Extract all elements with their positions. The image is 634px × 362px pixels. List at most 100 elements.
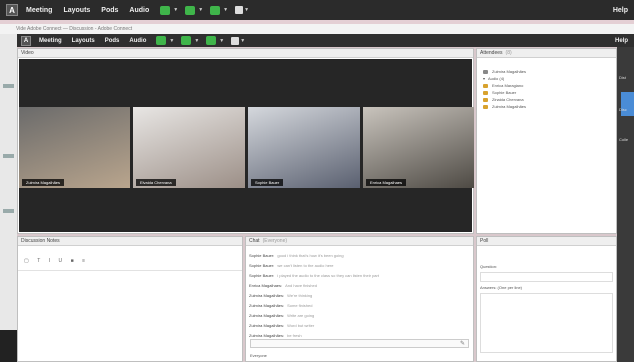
chat-pod-title: Chat xyxy=(249,238,260,244)
chat-text: i played the audio to the class so they … xyxy=(277,272,379,278)
attendee-count: (8) xyxy=(505,50,512,56)
speaker-icon xyxy=(160,5,171,15)
text-format-icon[interactable]: T xyxy=(37,258,40,264)
speaker-control[interactable]: ▼ xyxy=(156,36,174,45)
group-label: Audio (4) xyxy=(488,76,505,81)
chevron-down-icon: ▼ xyxy=(244,7,250,13)
chat-message: Sophie Bauer: we can't listen to the audi… xyxy=(246,260,473,270)
camera-control[interactable]: ▼ xyxy=(206,36,224,45)
status-control[interactable]: ▼ xyxy=(231,36,246,45)
menu-meeting[interactable]: Meeting xyxy=(39,38,62,44)
poll-question-label: Question: xyxy=(480,264,498,269)
menu-pods[interactable]: Pods xyxy=(105,38,120,44)
chat-text: good i think that's how it's been going xyxy=(277,252,344,258)
chat-recipient[interactable]: Everyone xyxy=(250,353,267,358)
user-icon xyxy=(483,97,488,102)
microphone-control[interactable]: ▼ xyxy=(181,36,199,45)
underline-icon[interactable]: U xyxy=(59,258,63,264)
outer-menu-bar: A Meeting Layouts Pods Audio ▼ ▼ ▼ ▼ Hel… xyxy=(0,0,634,20)
attendee-name: Zulmira Magalhães xyxy=(492,104,527,109)
attendee-host[interactable]: Zulmira Magalhães xyxy=(477,68,616,75)
video-tile[interactable]: Zulmira Magalhães xyxy=(19,107,130,188)
video-tile-name: Elvaida Chervana xyxy=(136,179,176,186)
camera-control[interactable]: ▼ xyxy=(210,5,229,15)
attendee-name: Enrica Maragiano xyxy=(492,83,524,88)
right-side-strip: Dist Disc Colle xyxy=(617,47,634,362)
adobe-logo: A xyxy=(21,35,31,46)
menu-layouts[interactable]: Layouts xyxy=(72,38,95,44)
attendees-pod-title: Attendees xyxy=(480,50,503,56)
italic-icon[interactable]: I xyxy=(49,258,50,264)
chevron-down-icon: ▼ xyxy=(194,37,200,44)
chat-sender: Sophie Bauer: xyxy=(249,272,275,278)
host-icon xyxy=(483,69,488,74)
attendee-name: Zinaida Chervana xyxy=(492,97,524,102)
menu-help[interactable]: Help xyxy=(615,38,628,44)
camera-icon xyxy=(206,36,217,45)
chat-sender: Zulmira Magalhães: xyxy=(249,292,285,298)
menu-layouts[interactable]: Layouts xyxy=(63,7,90,14)
strip-label: Dist xyxy=(619,75,626,80)
window-title: Vide Adobe Connect — Discussion - Adobe … xyxy=(0,24,634,34)
desktop-item xyxy=(3,84,14,88)
menu-audio[interactable]: Audio xyxy=(129,7,149,14)
chevron-down-icon: ▼ xyxy=(223,7,229,13)
inner-menu-bar: A Meeting Layouts Pods Audio ▼ ▼ ▼ ▼ Hel… xyxy=(17,34,634,47)
attendee-row[interactable]: Zulmira Magalhães xyxy=(477,103,616,110)
menu-audio[interactable]: Audio xyxy=(129,38,146,44)
chat-sender: Zulmira Magalhães: xyxy=(249,302,285,308)
notes-pod-title: Discussion Notes xyxy=(21,238,60,244)
camera-icon xyxy=(210,5,221,15)
chevron-down-icon: ▼ xyxy=(198,7,204,13)
color-icon[interactable]: ■ xyxy=(71,258,74,264)
poll-question-input[interactable] xyxy=(480,272,613,282)
video-area: Zulmira Magalhães Elvaida Chervana Sophi… xyxy=(19,59,474,232)
attendee-row[interactable]: Sophie Bauer xyxy=(477,89,616,96)
desktop-item xyxy=(3,209,14,213)
chat-text: And have finished xyxy=(285,282,317,288)
video-tile-name: Zulmira Magalhães xyxy=(22,179,65,186)
taskbar xyxy=(0,330,17,362)
chat-message: Zulmira Magalhães: Write are going xyxy=(246,310,473,320)
strip-highlight xyxy=(621,92,634,116)
poll-answers-input[interactable] xyxy=(480,293,613,353)
video-tile[interactable]: Enrica Magalhaes xyxy=(363,107,474,188)
chat-message: Zulmira Magalhães: Word but writer xyxy=(246,320,473,330)
menu-meeting[interactable]: Meeting xyxy=(26,7,52,14)
attendee-group[interactable]: ▾ Audio (4) xyxy=(477,75,616,82)
poll-pod: Poll Question: Answers: (One per line) xyxy=(476,236,617,362)
speaker-control[interactable]: ▼ xyxy=(160,5,179,15)
attendee-row[interactable]: Enrica Maragiano xyxy=(477,82,616,89)
poll-answers-label: Answers: (One per line) xyxy=(480,285,523,290)
chat-sender: Zulmira Magalhães: xyxy=(249,322,285,328)
attendee-row[interactable]: Zinaida Chervana xyxy=(477,96,616,103)
chevron-down-icon: ▾ xyxy=(483,76,486,81)
chat-pod: Chat (Everyone) Sophie Bauer: good i think… xyxy=(245,236,474,362)
chat-sender: Zulmira Magalhães: xyxy=(249,312,285,318)
microphone-control[interactable]: ▼ xyxy=(185,5,204,15)
desktop-item xyxy=(3,154,14,158)
send-icon[interactable]: ✎ xyxy=(460,340,465,347)
list-icon[interactable]: ≡ xyxy=(82,258,85,264)
attendee-name: Sophie Bauer xyxy=(492,90,517,95)
font-size-button[interactable]: ▢ xyxy=(24,258,29,264)
chevron-down-icon: ▼ xyxy=(173,7,179,13)
raise-hand-icon xyxy=(231,36,240,45)
chat-text: We're thinking xyxy=(287,292,313,298)
chat-message: Sophie Bauer: good i think that's how it'… xyxy=(246,250,473,260)
poll-pod-header: Poll xyxy=(477,237,616,246)
strip-label: Disc xyxy=(619,107,627,112)
video-tile[interactable]: Elvaida Chervana xyxy=(133,107,245,188)
chat-text: be fresh xyxy=(287,332,302,338)
notes-pod: Discussion Notes ▢ T I U ■ ≡ xyxy=(17,236,243,362)
status-control[interactable]: ▼ xyxy=(235,6,249,14)
video-tile[interactable]: Sophie Bauer xyxy=(248,107,360,188)
video-pod: Video Zulmira Magalhães Elvaida Chervana… xyxy=(17,48,474,234)
chat-message: Sophie Bauer: i played the audio to the c… xyxy=(246,270,473,280)
chat-input[interactable] xyxy=(250,339,469,348)
menu-help[interactable]: Help xyxy=(613,7,628,14)
chevron-down-icon: ▼ xyxy=(240,37,246,44)
attendees-pod: Attendees (8) Zulmira Magalhães ▾ Audio (4… xyxy=(476,48,617,234)
adobe-logo: A xyxy=(6,4,18,16)
menu-pods[interactable]: Pods xyxy=(101,7,118,14)
